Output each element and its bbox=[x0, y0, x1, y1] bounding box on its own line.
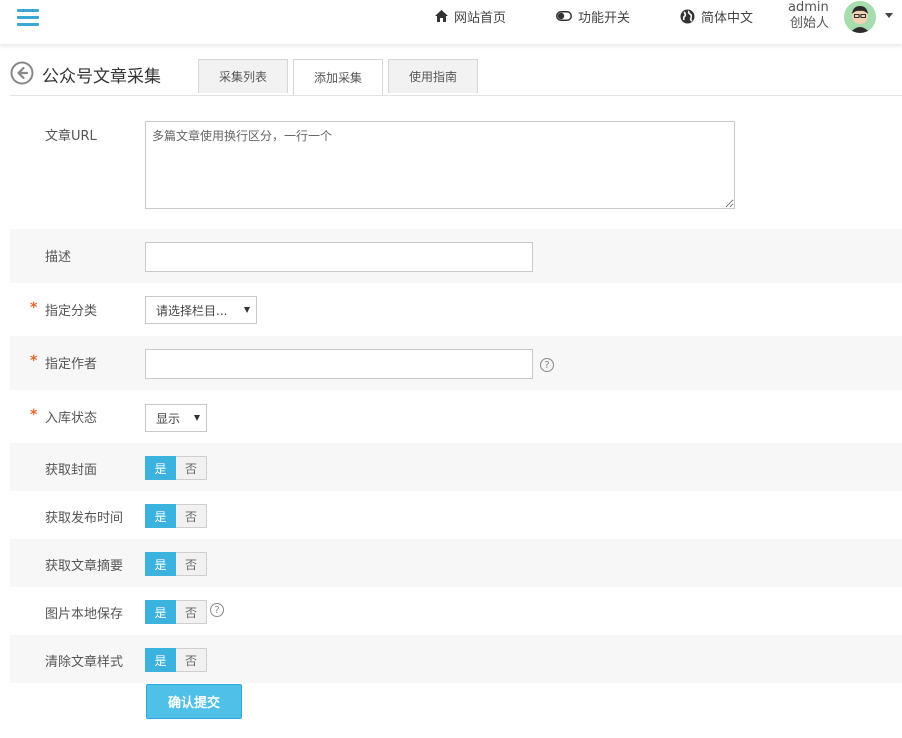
form-row-get-publish-time: 获取发布时间 是 否 bbox=[10, 491, 902, 539]
nav-home-link[interactable]: 网站首页 bbox=[435, 7, 507, 26]
nav-language-link[interactable]: 简体中文 bbox=[680, 7, 754, 26]
get-cover-toggle: 是 否 bbox=[145, 456, 207, 480]
required-mark: * bbox=[30, 353, 38, 369]
help-question-icon[interactable]: ? bbox=[540, 358, 554, 372]
form-row-category: * 指定分类 请选择栏目... bbox=[10, 283, 902, 336]
status-select-value: 显示 bbox=[156, 411, 181, 426]
clear-styles-label: 清除文章样式 bbox=[45, 655, 124, 670]
hamburger-menu-icon[interactable] bbox=[17, 7, 41, 29]
nav-home-label: 网站首页 bbox=[454, 10, 507, 26]
author-input[interactable] bbox=[145, 349, 533, 379]
save-images-toggle: 是 否 bbox=[145, 600, 207, 624]
form-row-status: * 入库状态 显示 bbox=[10, 390, 902, 443]
form-row-url: 文章URL bbox=[10, 110, 902, 229]
get-summary-label: 获取文章摘要 bbox=[45, 559, 124, 574]
nav-feature-toggle-link[interactable]: 功能开关 bbox=[556, 7, 631, 26]
clear-styles-no-button[interactable]: 否 bbox=[176, 648, 207, 672]
tab-usage-guide[interactable]: 使用指南 bbox=[388, 59, 478, 93]
get-cover-label: 获取封面 bbox=[45, 463, 98, 478]
form-row-description: 描述 bbox=[10, 229, 902, 283]
url-label: 文章URL bbox=[45, 129, 97, 144]
save-images-yes-button[interactable]: 是 bbox=[145, 600, 176, 624]
get-cover-no-button[interactable]: 否 bbox=[176, 456, 207, 480]
user-role: 创始人 bbox=[790, 16, 830, 31]
form-row-get-cover: 获取封面 是 否 bbox=[10, 443, 902, 491]
get-publish-time-no-button[interactable]: 否 bbox=[176, 504, 207, 528]
form-row-get-summary: 获取文章摘要 是 否 bbox=[10, 539, 902, 587]
form-row-clear-styles: 清除文章样式 是 否 bbox=[10, 635, 902, 683]
description-input[interactable] bbox=[145, 242, 533, 272]
select-arrow-icon bbox=[244, 307, 250, 313]
category-label: 指定分类 bbox=[45, 304, 98, 319]
get-summary-toggle: 是 否 bbox=[145, 552, 207, 576]
home-icon bbox=[435, 10, 448, 22]
get-summary-no-button[interactable]: 否 bbox=[176, 552, 207, 576]
tab-collection-list[interactable]: 采集列表 bbox=[198, 59, 288, 93]
get-publish-time-label: 获取发布时间 bbox=[45, 511, 124, 526]
save-images-label: 图片本地保存 bbox=[45, 607, 124, 622]
nav-feature-toggle-label: 功能开关 bbox=[578, 10, 631, 26]
get-publish-time-yes-button[interactable]: 是 bbox=[145, 504, 176, 528]
required-mark: * bbox=[30, 407, 38, 423]
get-cover-yes-button[interactable]: 是 bbox=[145, 456, 176, 480]
url-textarea[interactable] bbox=[145, 121, 735, 209]
category-select[interactable]: 请选择栏目... bbox=[145, 296, 257, 324]
page-title: 公众号文章采集 bbox=[42, 67, 161, 87]
user-name[interactable]: admin bbox=[788, 0, 829, 15]
user-menu-chevron-down-icon[interactable] bbox=[885, 13, 893, 18]
get-summary-yes-button[interactable]: 是 bbox=[145, 552, 176, 576]
nav-language-label: 简体中文 bbox=[701, 10, 754, 26]
back-arrow-icon[interactable] bbox=[10, 61, 34, 85]
status-select[interactable]: 显示 bbox=[145, 404, 207, 432]
category-select-value: 请选择栏目... bbox=[156, 303, 228, 318]
help-question-icon[interactable]: ? bbox=[210, 603, 224, 617]
clear-styles-yes-button[interactable]: 是 bbox=[145, 648, 176, 672]
required-mark: * bbox=[30, 300, 38, 316]
top-bar: 网站首页 功能开关 简体中文 admin 创始人 bbox=[0, 0, 902, 44]
globe-icon bbox=[680, 9, 695, 24]
description-label: 描述 bbox=[45, 250, 72, 265]
form-row-save-images-locally: 图片本地保存 是 否 ? bbox=[10, 587, 902, 635]
save-images-no-button[interactable]: 否 bbox=[176, 600, 207, 624]
tab-add-collection[interactable]: 添加采集 bbox=[293, 59, 383, 95]
toggle-icon bbox=[556, 11, 572, 21]
page-header: 公众号文章采集 采集列表 添加采集 使用指南 bbox=[10, 55, 902, 96]
form-row-author: * 指定作者 ? bbox=[10, 336, 902, 390]
submit-button[interactable]: 确认提交 bbox=[146, 684, 242, 719]
author-label: 指定作者 bbox=[45, 357, 98, 372]
avatar[interactable] bbox=[844, 1, 876, 33]
clear-styles-toggle: 是 否 bbox=[145, 648, 207, 672]
select-arrow-icon bbox=[194, 415, 200, 421]
status-label: 入库状态 bbox=[45, 411, 98, 426]
get-publish-time-toggle: 是 否 bbox=[145, 504, 207, 528]
